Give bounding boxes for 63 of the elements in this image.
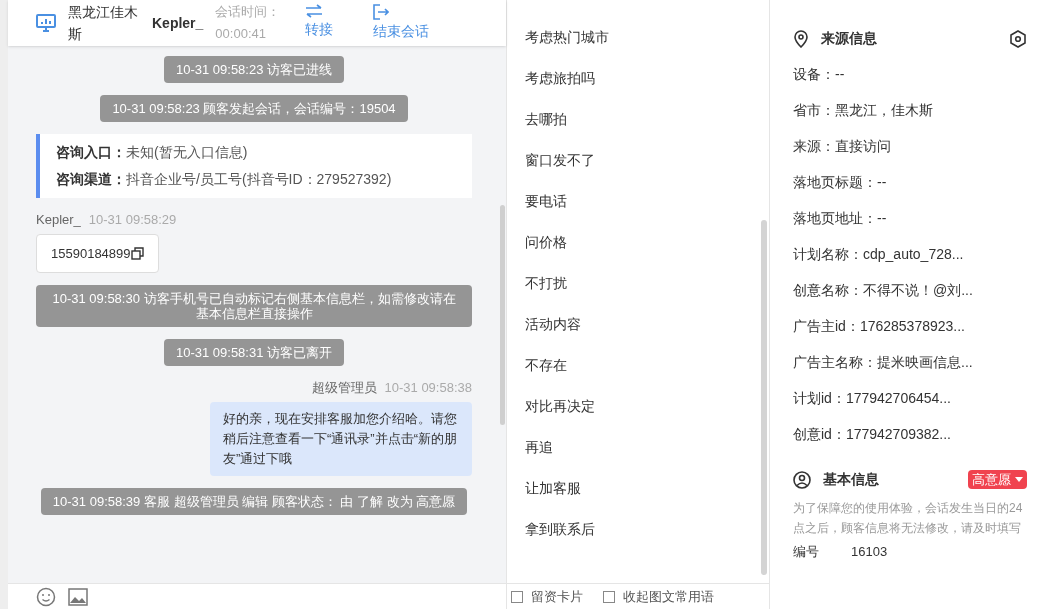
source-info-item: 创意id：177942709382... [793, 425, 952, 444]
source-info-item: 广告主名称：提米映画信息... [793, 353, 974, 372]
quick-phrase[interactable]: 让加客服 [525, 477, 761, 499]
sender-name: 超级管理员 [311, 379, 377, 397]
image-icon[interactable] [68, 587, 88, 606]
system-notice: 10-31 09:58:23 顾客发起会话，会话编号：19504 [100, 95, 408, 122]
section-title: 基本信息 [823, 470, 880, 489]
quick-phrase[interactable]: 拿到联系后 [525, 518, 761, 540]
monitor-icon [36, 14, 56, 32]
source-info-item: 来源：直接访问 [793, 137, 892, 156]
info-label: 咨询渠道： [56, 170, 126, 189]
scrollbar-thumb[interactable] [500, 204, 505, 425]
source-info-item: 计划id：177942706454... [793, 389, 952, 408]
toolbar-toggle[interactable]: 收起图文常用语 [603, 586, 714, 607]
quick-phrase[interactable]: 窗口发不了 [525, 149, 761, 171]
source-info-item: 落地页标题：-- [793, 173, 888, 192]
timer-label: 会话时间： [215, 3, 282, 21]
sender-name: Kepler_ [36, 211, 81, 229]
system-notice: 10-31 09:58:39 客服 超级管理员 编辑 顾客状态： 由 了解 改为 高意愿 [40, 487, 468, 515]
swap-arrows-icon [305, 4, 324, 18]
settings-icon[interactable] [1009, 29, 1027, 48]
quick-phrase[interactable]: 对比再决定 [525, 395, 761, 417]
quick-phrase[interactable]: 再追 [525, 436, 761, 458]
system-notice: 10-31 09:58:23 访客已进线 [163, 56, 345, 83]
field-value: 16103 [851, 543, 888, 561]
info-label: 咨询入口： [56, 143, 126, 162]
source-info-item: 计划名称：cdp_auto_728... [793, 245, 965, 264]
message-bubble: 好的亲，现在安排客服加您介绍哈。请您稍后注意查看一下“通讯录”并点击“新的朋友”通过下哦 [210, 401, 472, 476]
scrollbar-thumb[interactable] [761, 220, 767, 575]
quick-phrase[interactable]: 要电话 [525, 190, 761, 212]
user-circle-icon [793, 470, 811, 489]
source-info-item: 设备：-- [793, 65, 846, 84]
exit-icon [373, 4, 390, 20]
toolbar-toggle[interactable]: 留资卡片 [511, 586, 583, 607]
location-pin-icon [793, 29, 809, 48]
info-value: 未知(暂无入口信息) [126, 143, 248, 162]
caret-icon [1015, 477, 1023, 482]
system-notice: 10-31 09:58:31 访客已离开 [163, 339, 345, 366]
timer-value: 00:00:41 [215, 25, 267, 43]
intent-status-dropdown[interactable]: 高意愿 [968, 469, 1027, 490]
quick-phrase[interactable]: 考虑热门城市 [525, 26, 761, 48]
visitor-location: 黑龙江佳木斯 [68, 3, 139, 44]
emoji-icon[interactable] [36, 586, 56, 607]
message-time: 10-31 09:58:29 [88, 211, 177, 229]
system-notice: 10-31 09:58:30 访客手机号已自动标记右侧基本信息栏，如需修改请在基本信息栏直接操作 [36, 285, 472, 327]
source-info-item: 落地页地址：-- [793, 209, 888, 228]
quick-phrase[interactable]: 考虑旅拍吗 [525, 67, 761, 89]
source-info-item: 省市：黑龙江，佳木斯 [793, 101, 934, 120]
quick-phrase[interactable]: 去哪拍 [525, 108, 761, 130]
field-label: 编号 [793, 543, 819, 561]
source-info-item: 广告主id：176285378923... [793, 317, 966, 336]
quick-phrase[interactable]: 不存在 [525, 354, 761, 376]
message-text: 15590184899 [51, 244, 131, 263]
quick-phrase[interactable]: 问价格 [525, 231, 761, 253]
quick-phrase[interactable]: 活动内容 [525, 313, 761, 335]
source-info-item: 创意名称：不得不说！@刘... [793, 281, 974, 300]
notice-text: 为了保障您的使用体验，会话发生当日的24点之后，顾客信息将无法修改，请及时填写 [793, 500, 1024, 537]
info-value: 抖音企业号/员工号(抖音号ID：279527392) [126, 170, 392, 189]
copy-icon[interactable] [130, 246, 144, 260]
visitor-name: Kepler_ [152, 13, 204, 33]
section-title: 来源信息 [821, 29, 878, 48]
quick-phrase[interactable]: 不打扰 [525, 272, 761, 294]
message-time: 10-31 09:58:38 [384, 379, 472, 397]
